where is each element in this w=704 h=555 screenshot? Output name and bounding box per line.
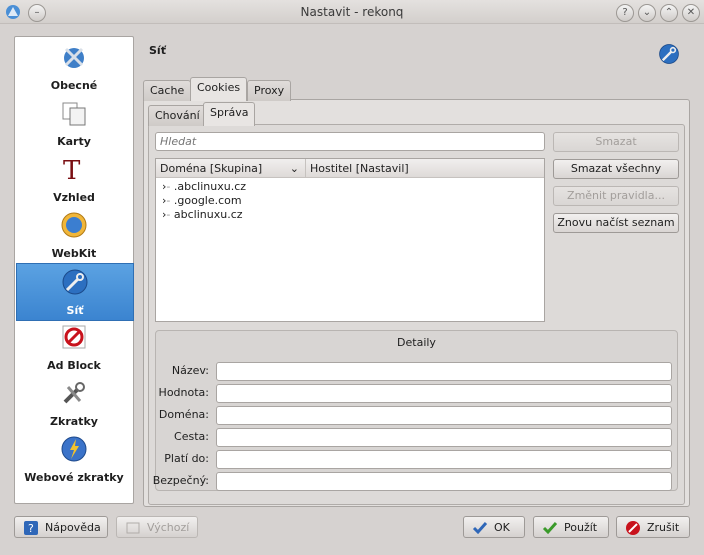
column-header-domain[interactable]: Doména [Skupina] ⌄ xyxy=(156,159,306,178)
title-bar[interactable]: – Nastavit - rekonq ? ⌄ ⌃ ✕ xyxy=(0,0,704,24)
sidebar-item-label: WebKit xyxy=(51,247,97,260)
details-group: Detaily Název: Hodnota: Doména: Cesta: P… xyxy=(152,330,678,491)
checkmark-icon xyxy=(472,522,488,535)
help-button[interactable]: ? Nápověda xyxy=(14,516,108,538)
sort-chevron-icon: ⌄ xyxy=(289,162,299,175)
sidebar-item-label: Webové zkratky xyxy=(24,471,124,484)
ok-button-label: OK xyxy=(494,521,510,534)
domain-field[interactable] xyxy=(216,406,672,425)
cancel-button-label: Zrušit xyxy=(647,521,680,534)
defaults-button[interactable]: Výchozí xyxy=(116,516,198,538)
tab-proxy[interactable]: Proxy xyxy=(247,80,292,101)
expires-field[interactable] xyxy=(216,450,672,469)
sidebar-item-tabs[interactable]: Karty xyxy=(16,95,132,151)
defaults-icon xyxy=(126,522,140,534)
window-title: Nastavit - rekonq xyxy=(300,5,404,19)
tree-row-label: .google.com xyxy=(173,194,242,207)
adblock-icon xyxy=(62,325,86,349)
tree-row-label: abclinuxu.cz xyxy=(173,208,243,221)
network-icon xyxy=(62,269,88,295)
sidebar-item-web-shortcuts[interactable]: Webové zkratky xyxy=(16,431,132,487)
tree-row[interactable]: ›- .abclinuxu.cz xyxy=(162,180,246,194)
checkmark-icon xyxy=(542,522,558,535)
sidebar: Obecné Karty T Vzhled WebKit Síť Ad Bloc… xyxy=(14,36,134,504)
help-title-button[interactable]: ? xyxy=(616,4,634,22)
tab-cache[interactable]: Cache xyxy=(143,80,192,101)
apply-button-label: Použít xyxy=(564,521,598,534)
sidebar-item-label: Vzhled xyxy=(53,191,95,204)
help-icon: ? xyxy=(24,521,38,535)
tree-row-label: .abclinuxu.cz xyxy=(173,180,247,193)
svg-text:T: T xyxy=(63,156,81,183)
reload-list-button[interactable]: Znovu načíst seznam xyxy=(553,213,679,233)
cancel-icon xyxy=(626,521,640,535)
tree-row[interactable]: ›- abclinuxu.cz xyxy=(162,208,243,222)
close-button[interactable]: ✕ xyxy=(682,4,700,22)
tab-behavior[interactable]: Chování xyxy=(148,105,207,126)
details-title: Detaily xyxy=(397,336,436,349)
secure-field[interactable] xyxy=(216,472,672,491)
tree-row[interactable]: ›- .google.com xyxy=(162,194,242,208)
general-icon xyxy=(64,47,84,68)
change-policy-button[interactable]: Změnit pravidla... xyxy=(553,186,679,206)
sidebar-item-appearance[interactable]: T Vzhled xyxy=(16,151,132,207)
name-field[interactable] xyxy=(216,362,672,381)
name-label: Název: xyxy=(171,364,209,377)
sidebar-item-label: Zkratky xyxy=(50,415,98,428)
help-button-label: Nápověda xyxy=(45,521,101,534)
apply-button[interactable]: Použít xyxy=(533,516,609,538)
delete-button[interactable]: Smazat xyxy=(553,132,679,152)
sidebar-item-label: Obecné xyxy=(50,79,98,92)
delete-all-button[interactable]: Smazat všechny xyxy=(553,159,679,179)
tab-cookies[interactable]: Cookies xyxy=(190,77,248,101)
column-header-label: Doména [Skupina] xyxy=(160,162,263,175)
minimize-button[interactable]: ⌄ xyxy=(638,4,656,22)
cancel-button[interactable]: Zrušit xyxy=(616,516,690,538)
sidebar-item-label: Karty xyxy=(57,135,91,148)
shortcuts-icon xyxy=(63,382,85,404)
search-input[interactable] xyxy=(155,132,545,151)
appearance-icon: T xyxy=(63,156,81,183)
sidebar-item-webkit[interactable]: WebKit xyxy=(16,207,132,263)
secure-label: Bezpečný: xyxy=(152,474,209,487)
domain-label: Doména: xyxy=(158,408,209,421)
value-field[interactable] xyxy=(216,384,672,403)
value-label: Hodnota: xyxy=(158,386,209,399)
web-shortcuts-icon xyxy=(61,436,87,462)
sidebar-item-label: Síť xyxy=(66,304,84,317)
tabs-icon xyxy=(62,102,86,126)
tab-management[interactable]: Správa xyxy=(203,102,256,126)
sidebar-item-network[interactable]: Síť xyxy=(16,263,134,321)
network-header-icon xyxy=(659,44,679,64)
path-field[interactable] xyxy=(216,428,672,447)
cookie-tree[interactable]: Doména [Skupina] ⌄ Hostitel [Nastavil] ›… xyxy=(155,158,545,322)
maximize-button[interactable]: ⌃ xyxy=(660,4,678,22)
webkit-icon xyxy=(61,212,87,238)
sidebar-item-label: Ad Block xyxy=(47,359,101,372)
sidebar-item-adblock[interactable]: Ad Block xyxy=(16,319,132,375)
path-label: Cesta: xyxy=(174,430,209,443)
expires-label: Platí do: xyxy=(164,452,209,465)
sidebar-item-shortcuts[interactable]: Zkratky xyxy=(16,375,132,431)
sidebar-item-general[interactable]: Obecné xyxy=(16,39,132,95)
column-header-label: Hostitel [Nastavil] xyxy=(310,162,409,175)
column-header-host[interactable]: Hostitel [Nastavil] xyxy=(306,159,544,178)
svg-text:?: ? xyxy=(28,522,34,535)
defaults-button-label: Výchozí xyxy=(147,521,190,534)
ok-button[interactable]: OK xyxy=(463,516,525,538)
page-title: Síť xyxy=(149,44,166,57)
